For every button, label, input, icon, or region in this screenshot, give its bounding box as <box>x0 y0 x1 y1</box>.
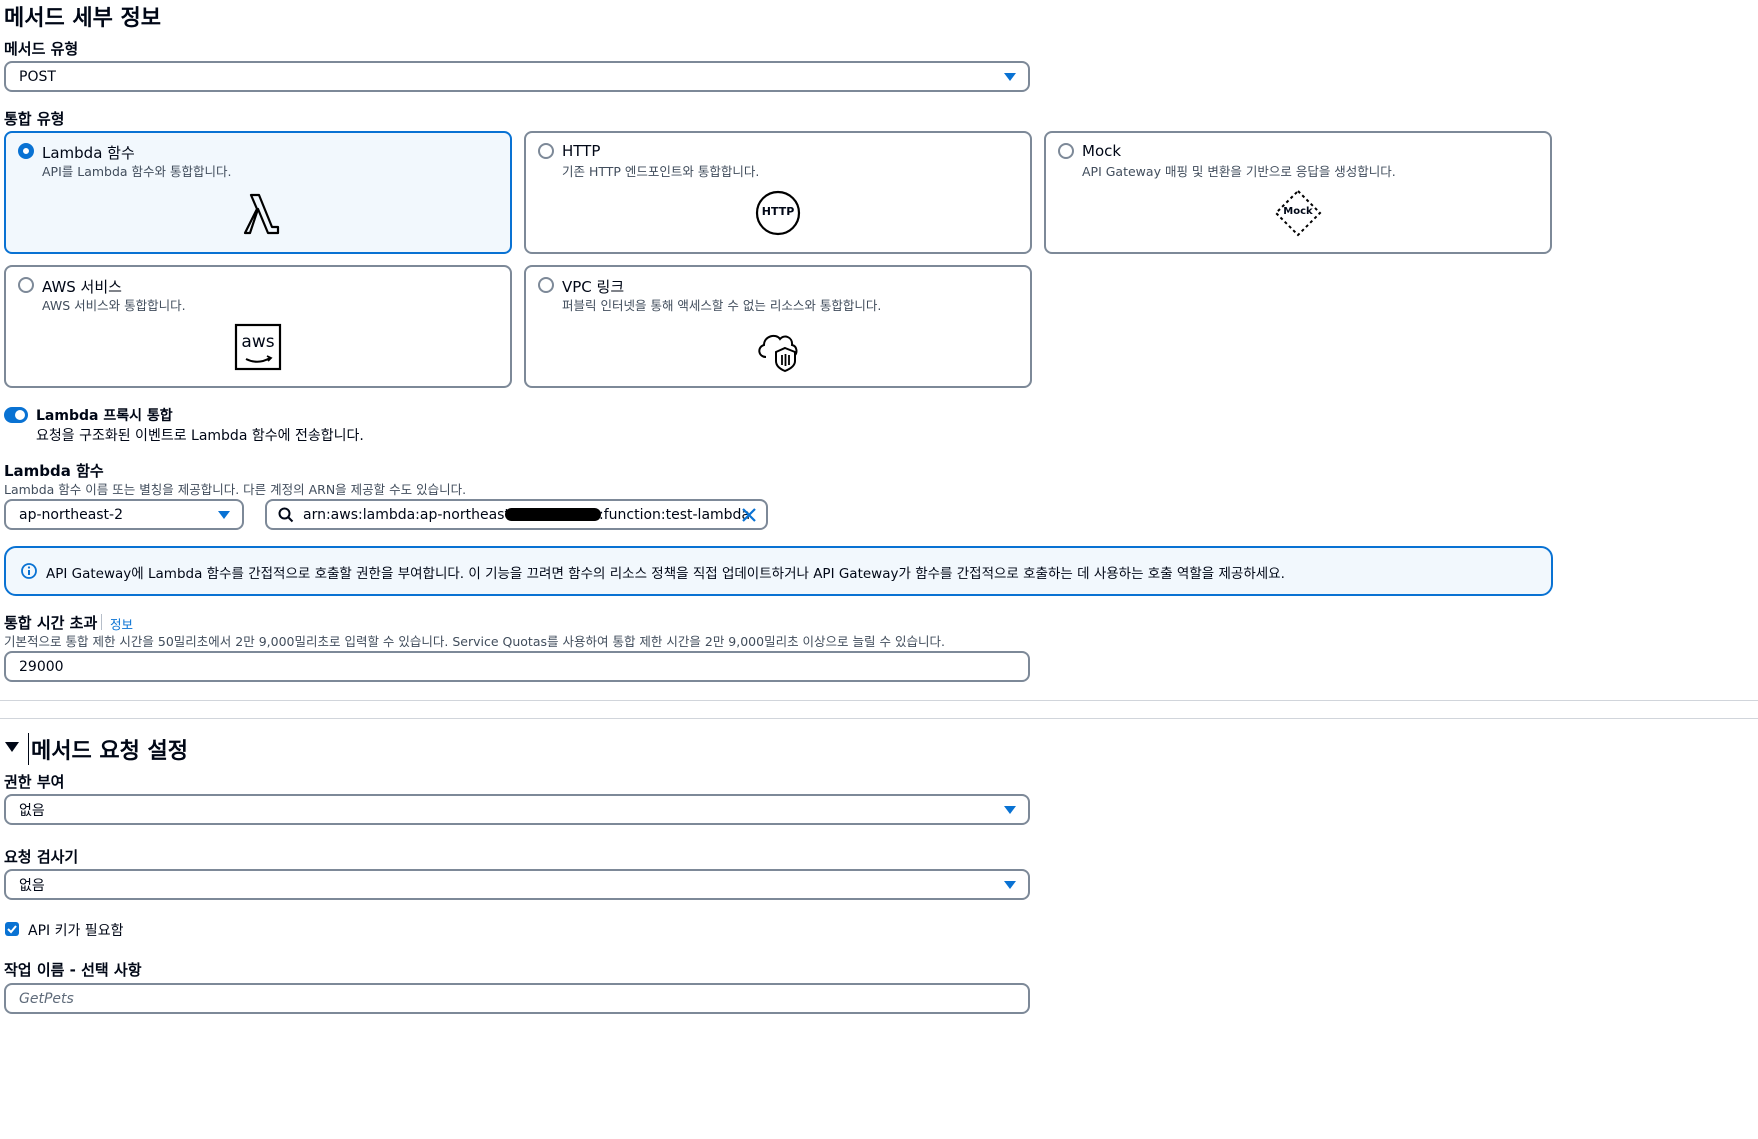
option-title: HTTP <box>562 142 601 160</box>
radio-vpc-link[interactable] <box>538 277 554 293</box>
clear-icon[interactable] <box>741 507 757 527</box>
radio-aws-service[interactable] <box>18 277 34 293</box>
vpc-cloud-shield-icon <box>752 321 804 373</box>
label-divider <box>101 614 102 630</box>
lambda-proxy-toggle[interactable] <box>4 407 28 423</box>
integration-option-aws-service[interactable]: AWS 서비스 AWS 서비스와 통합합니다. aws <box>4 265 512 388</box>
option-desc: 기존 HTTP 엔드포인트와 통합합니다. <box>562 164 760 179</box>
validator-select[interactable]: 없음 <box>4 869 1030 900</box>
integration-option-http[interactable]: HTTP 기존 HTTP 엔드포인트와 통합합니다. HTTP <box>524 131 1032 254</box>
lambda-icon <box>232 187 284 239</box>
section-divider <box>0 700 1758 701</box>
option-title: AWS 서비스 <box>42 278 122 296</box>
info-icon <box>21 563 37 583</box>
page-title: 메서드 세부 정보 <box>4 6 161 31</box>
option-title: Mock <box>1082 142 1122 160</box>
method-type-select[interactable]: POST <box>4 61 1030 92</box>
lambda-arn-input[interactable]: arn:aws:lambda:ap-northeast-2: :function… <box>265 499 768 530</box>
mock-icon-text: Mock <box>1283 206 1313 217</box>
caret-down-icon <box>218 510 230 519</box>
radio-lambda[interactable] <box>18 143 34 159</box>
arn-prefix: arn:aws:lambda:ap-northeast-2: <box>303 507 529 523</box>
option-title: VPC 링크 <box>562 278 625 296</box>
radio-http[interactable] <box>538 143 554 159</box>
method-type-value: POST <box>19 68 56 85</box>
option-desc: 퍼블릭 인터넷을 통해 액세스할 수 없는 리소스와 통합합니다. <box>562 298 882 313</box>
check-icon <box>7 925 17 934</box>
option-desc: AWS 서비스와 통합합니다. <box>42 298 186 313</box>
http-icon-text: HTTP <box>761 205 795 218</box>
aws-icon: aws <box>232 321 284 373</box>
radio-mock[interactable] <box>1058 143 1074 159</box>
info-alert: API Gateway에 Lambda 함수를 간접적으로 호출할 권한을 부여… <box>4 546 1553 596</box>
option-title: Lambda 함수 <box>42 144 135 162</box>
lambda-proxy-desc: 요청을 구조화된 이벤트로 Lambda 함수에 전송합니다. <box>36 428 364 444</box>
aws-icon-text: aws <box>241 332 275 352</box>
region-value: ap-northeast-2 <box>19 506 124 523</box>
search-icon <box>278 507 294 527</box>
integration-type-label: 통합 유형 <box>4 110 65 128</box>
auth-value: 없음 <box>19 802 45 819</box>
arn-suffix: :function:test-lambda <box>599 507 751 523</box>
caret-down-icon <box>1004 805 1016 814</box>
lambda-function-label: Lambda 함수 <box>4 462 104 480</box>
timeout-label: 통합 시간 초과 <box>4 614 98 632</box>
integration-option-mock[interactable]: Mock API Gateway 매핑 및 변환을 기반으로 응답을 생성합니다… <box>1044 131 1552 254</box>
section-divider <box>0 718 1758 719</box>
validator-label: 요청 검사기 <box>4 848 79 866</box>
option-desc: API Gateway 매핑 및 변환을 기반으로 응답을 생성합니다. <box>1082 164 1396 179</box>
info-alert-text: API Gateway에 Lambda 함수를 간접적으로 호출할 권한을 부여… <box>46 566 1285 582</box>
auth-select[interactable]: 없음 <box>4 794 1030 825</box>
http-icon: HTTP <box>752 187 804 239</box>
redacted-account-id <box>505 508 601 521</box>
timeout-value: 29000 <box>19 658 64 675</box>
integration-option-lambda[interactable]: Lambda 함수 API를 Lambda 함수와 통합합니다. <box>4 131 512 254</box>
timeout-desc: 기본적으로 통합 제한 시간을 50밀리초에서 2만 9,000밀리초로 입력할… <box>4 634 945 649</box>
collapse-caret-icon[interactable] <box>5 742 19 752</box>
mock-icon: Mock <box>1272 187 1324 239</box>
method-request-title[interactable]: 메서드 요청 설정 <box>28 733 188 765</box>
region-select[interactable]: ap-northeast-2 <box>4 499 244 530</box>
method-type-label: 메서드 유형 <box>4 40 79 58</box>
operation-name-label: 작업 이름 - 선택 사항 <box>4 961 142 979</box>
integration-option-vpc-link[interactable]: VPC 링크 퍼블릭 인터넷을 통해 액세스할 수 없는 리소스와 통합합니다. <box>524 265 1032 388</box>
timeout-input[interactable]: 29000 <box>4 651 1030 682</box>
lambda-proxy-label: Lambda 프록시 통합 <box>36 408 173 424</box>
api-key-label: API 키가 필요함 <box>28 923 124 939</box>
option-desc: API를 Lambda 함수와 통합합니다. <box>42 164 232 179</box>
operation-name-placeholder: GetPets <box>19 990 74 1007</box>
auth-label: 권한 부여 <box>4 773 65 791</box>
lambda-function-desc: Lambda 함수 이름 또는 별칭을 제공합니다. 다른 계정의 ARN을 제… <box>4 482 467 497</box>
caret-down-icon <box>1004 880 1016 889</box>
toggle-knob <box>15 410 25 420</box>
api-key-checkbox[interactable] <box>5 922 19 936</box>
caret-down-icon <box>1004 72 1016 81</box>
validator-value: 없음 <box>19 877 45 894</box>
operation-name-input[interactable]: GetPets <box>4 983 1030 1014</box>
